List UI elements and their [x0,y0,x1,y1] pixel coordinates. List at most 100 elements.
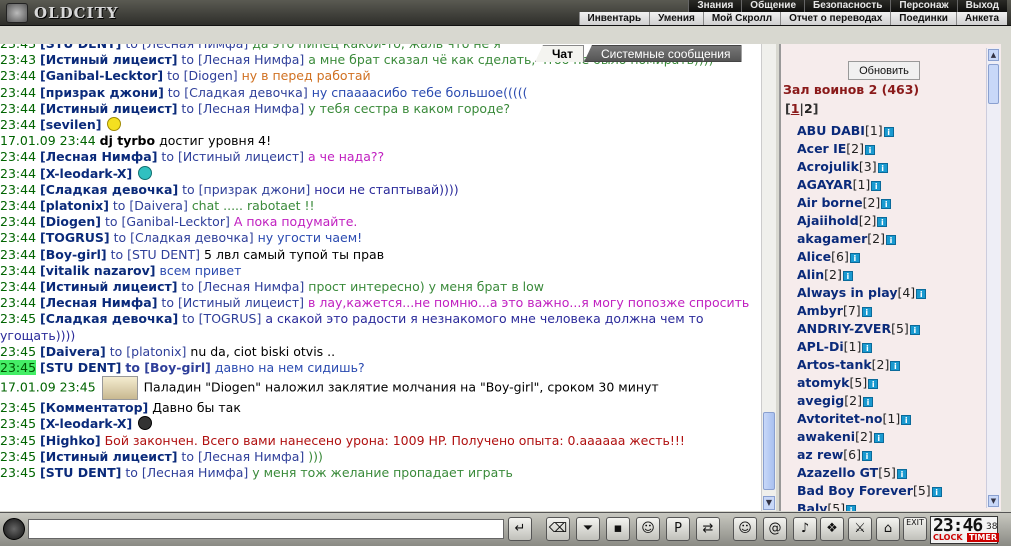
message-sender[interactable]: [STU DENT] [40,465,121,480]
user-info-icon[interactable]: i [846,505,857,511]
user-list-item[interactable]: Bad Boy Forever[5] i [797,482,942,500]
user-list-item[interactable]: Azazello GT[5] i [797,464,942,482]
menu-obshchenie[interactable]: Общение [741,0,804,12]
message-timestamp[interactable]: 23:44 [0,101,36,116]
message-timestamp[interactable]: 23:44 [0,149,36,164]
user-name[interactable]: Azazello GT [797,465,878,480]
user-name[interactable]: Bad Boy Forever [797,483,913,498]
user-list-item[interactable]: avegig[2] i [797,392,942,410]
scroll-up-icon[interactable]: ▲ [988,49,999,61]
user-info-icon[interactable]: i [885,235,896,245]
save-disk-icon[interactable]: ▪ [606,517,630,541]
page-link[interactable]: 2 [804,101,813,116]
message-sender[interactable]: [TOGRUS] [40,230,110,245]
user-info-icon[interactable]: i [873,433,884,443]
user-list-item[interactable]: AGAYAR[1] i [797,176,942,194]
user-list-scrollbar[interactable]: ▲ ▼ [986,48,1000,508]
user-name[interactable]: Artos-tank [797,357,872,372]
message-timestamp[interactable]: 17.01.09 23:44 [0,133,96,148]
chat-scroll-down-icon[interactable]: ▼ [763,496,775,510]
message-sender[interactable]: [Daivera] [40,344,106,359]
message-timestamp[interactable]: 23:45 [0,400,36,415]
message-timestamp[interactable]: 23:45 [0,360,37,376]
user-name[interactable]: Alin [797,267,824,282]
user-list-item[interactable]: Ambyr[7] i [797,302,942,320]
user-info-icon[interactable]: i [865,145,875,155]
message-timestamp[interactable]: 23:45 [0,416,36,431]
user-list-item[interactable]: Acer IE[2] i [797,140,942,158]
user-name[interactable]: akagamer [797,231,867,246]
message-recipient[interactable]: to [Лесная Нимфа] [181,52,304,67]
user-orb-icon[interactable] [3,518,25,540]
user-info-icon[interactable]: i [861,451,872,461]
message-recipient[interactable]: to [Лесная Нимфа] [125,44,248,51]
user-info-icon[interactable]: i [890,361,901,371]
message-recipient[interactable]: to [Diogen] [167,68,238,83]
fight-icon[interactable]: ⚔ [848,517,872,541]
message-sender[interactable]: [STU DENT] [40,360,121,375]
message-sender[interactable]: [Boy-girl] [40,247,107,262]
user-info-icon[interactable]: i [862,343,873,353]
refresh-button[interactable]: Обновить [848,61,920,80]
message-sender[interactable]: [Лесная Нимфа] [40,149,157,164]
menu-znaniya[interactable]: Знания [688,0,742,12]
user-list-item[interactable]: ABU DABI[1] i [797,122,942,140]
message-timestamp[interactable]: 23:45 [0,344,36,359]
message-timestamp[interactable]: 23:43 [0,52,36,67]
message-sender[interactable]: [X-leodark-X] [40,416,132,431]
user-info-icon[interactable]: i [861,307,872,317]
message-recipient[interactable]: to [Boy-girl] [125,360,210,375]
message-timestamp[interactable]: 23:45 [0,449,36,464]
clock-mode-button[interactable]: CLOCK [933,533,963,542]
message-recipient[interactable]: to [Лесная Нимфа] [181,449,304,464]
user-name[interactable]: az rew [797,447,843,462]
message-recipient[interactable]: to [Истиный лицеист] [161,149,304,164]
message-sender[interactable]: [Highko] [40,433,101,448]
scroll-down-icon[interactable]: ▼ [988,495,999,507]
message-timestamp[interactable]: 23:44 [0,198,36,213]
tab-system-messages[interactable]: Системные сообщения [583,45,742,62]
message-recipient[interactable]: to [Ganibal-Lecktor] [105,214,230,229]
message-sender[interactable]: dj tyrbo [100,133,155,148]
menu-duels[interactable]: Поединки [890,12,956,25]
chat-scrollbar-thumb[interactable] [763,412,775,490]
message-timestamp[interactable]: 17.01.09 23:45 [0,380,96,395]
sound-icon[interactable]: ♪ [793,517,817,541]
user-list-item[interactable]: Ajaiihold[2] i [797,212,942,230]
user-name[interactable]: Avtoritet-no [797,411,883,426]
user-name[interactable]: APL-Di [797,339,844,354]
user-list-item[interactable]: Alin[2] i [797,266,942,284]
send-enter-icon[interactable]: ↵ [508,517,532,541]
user-list-item[interactable]: az rew[6] i [797,446,942,464]
message-recipient[interactable]: to [platonix] [110,344,187,359]
message-sender[interactable]: [X-leodark-X] [40,166,132,181]
eraser-icon[interactable]: ⌫ [546,517,570,541]
message-timestamp[interactable]: 23:44 [0,263,36,278]
user-list-item[interactable]: awakeni[2] i [797,428,942,446]
user-list-item[interactable]: APL-Di[1] i [797,338,942,356]
user-name[interactable]: AGAYAR [797,177,853,192]
user-list-item[interactable]: Acrojulik[3] i [797,158,942,176]
user-name[interactable]: ABU DABI [797,123,865,138]
message-timestamp[interactable]: 23:44 [0,68,36,83]
user-info-icon[interactable]: i [901,415,912,425]
chat-input[interactable] [28,519,504,539]
exit-icon[interactable]: EXIT [903,517,927,541]
message-sender[interactable]: [platonix] [40,198,109,213]
user-info-icon[interactable]: i [877,217,888,227]
user-info-icon[interactable]: i [896,469,907,479]
user-info-icon[interactable]: i [877,163,888,173]
message-sender[interactable]: [Истиный лицеист] [40,449,177,464]
menu-personazh[interactable]: Персонаж [890,0,957,12]
menu-inventar[interactable]: Инвентарь [578,12,650,25]
message-timestamp[interactable]: 23:44 [0,230,36,245]
message-timestamp[interactable]: 23:44 [0,295,36,310]
message-sender[interactable]: [sevilen] [40,117,101,132]
message-recipient[interactable]: to [Лесная Нимфа] [181,279,304,294]
user-info-icon[interactable]: i [931,487,942,497]
chat-scrollbar[interactable]: ▼ [761,44,776,511]
user-name[interactable]: Air borne [797,195,863,210]
user-list-item[interactable]: akagamer[2] i [797,230,942,248]
message-sender[interactable]: [Ganibal-Lecktor] [40,68,163,83]
message-timestamp[interactable]: 23:44 [0,214,36,229]
